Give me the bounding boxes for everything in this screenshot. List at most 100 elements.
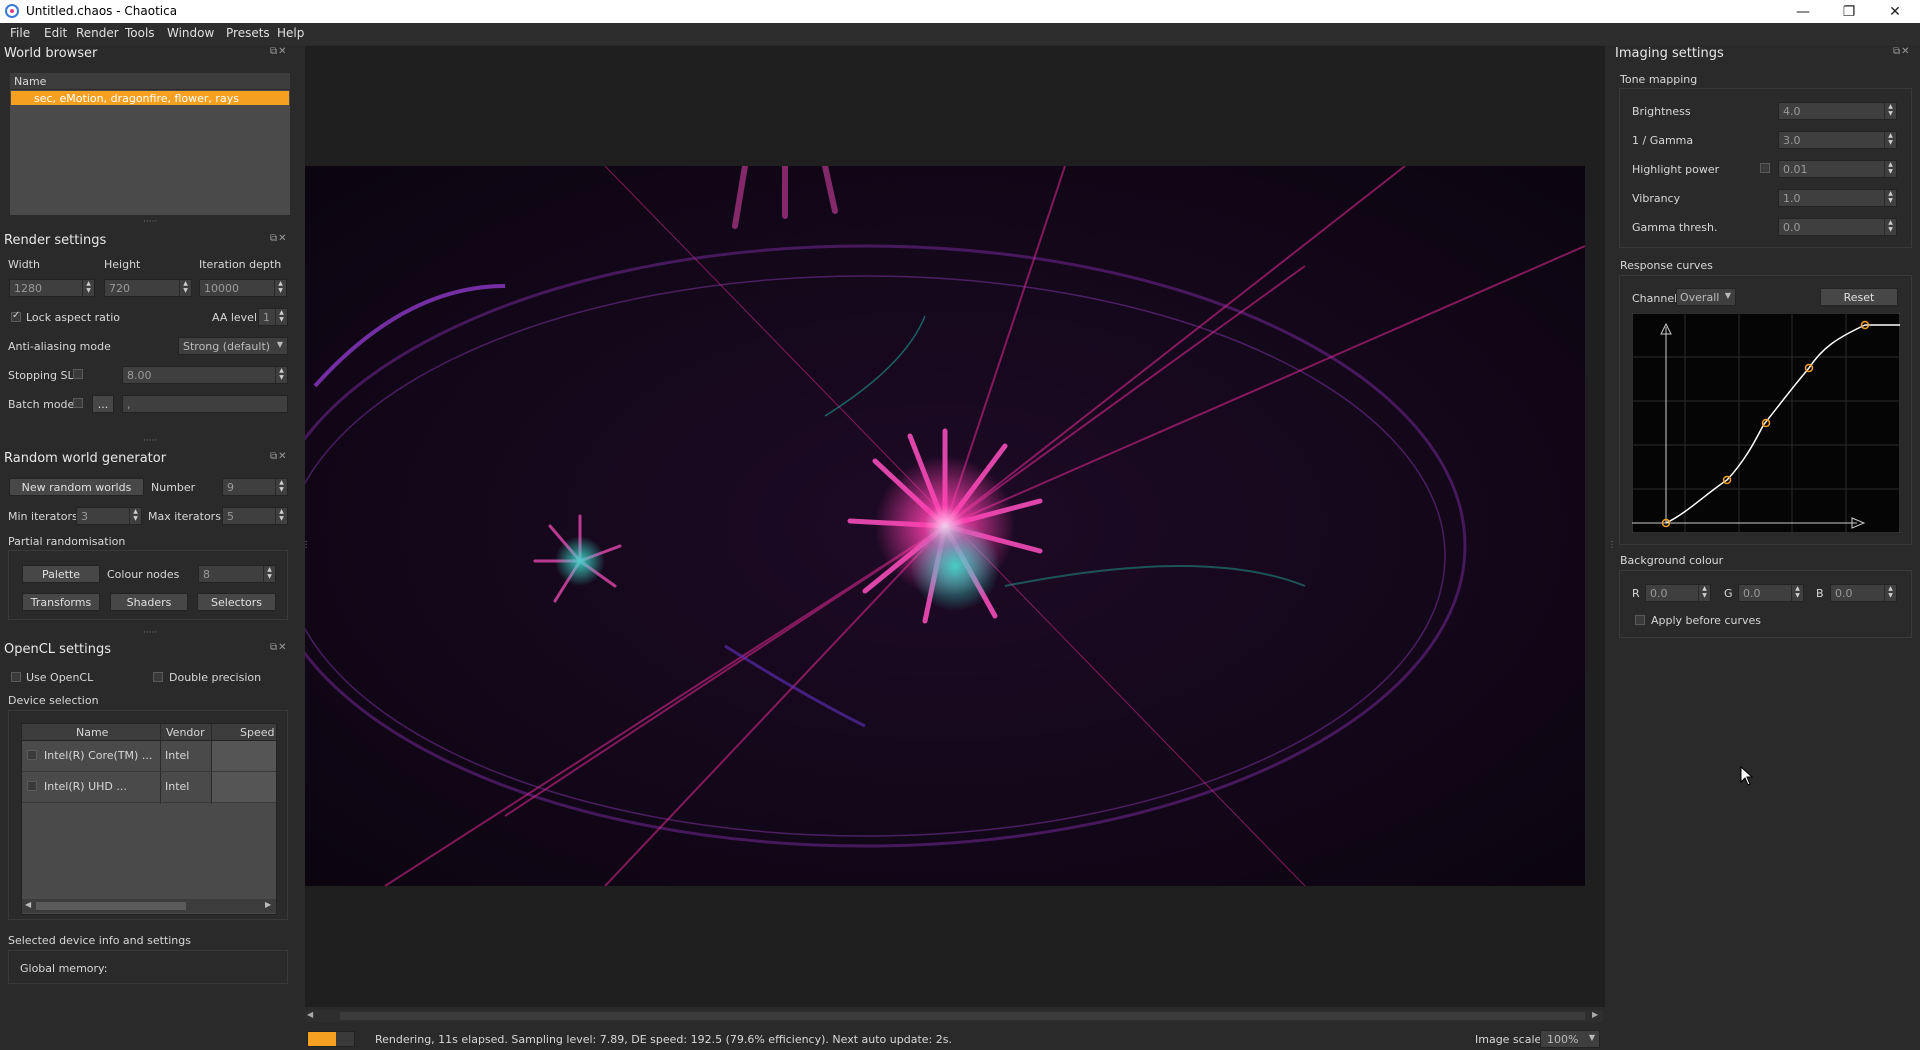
spin-arrows-icon[interactable]: ▲ ▼	[1884, 161, 1896, 177]
channel-select[interactable]: Overall ▼	[1676, 288, 1736, 306]
min-iterators-input[interactable]: 3 ▲ ▼	[76, 507, 142, 525]
spin-arrows-icon[interactable]: ▲ ▼	[1791, 585, 1803, 601]
reset-curves-button[interactable]: Reset	[1820, 288, 1898, 306]
menu-presets[interactable]: Presets	[226, 26, 270, 40]
max-iterators-input[interactable]: 5 ▲ ▼	[222, 507, 288, 525]
splitter-handle[interactable]: ·····	[143, 436, 157, 446]
aa-mode-select[interactable]: Strong (default) ▼	[178, 337, 288, 355]
device-checkbox[interactable]	[27, 781, 37, 791]
spin-arrows-icon[interactable]: ▲ ▼	[82, 280, 94, 296]
column-header-speed[interactable]: Speed	[240, 726, 274, 739]
device-checkbox[interactable]	[27, 750, 37, 760]
splitter-handle[interactable]: ···	[300, 540, 310, 549]
splitter-handle[interactable]: ·····	[143, 628, 157, 638]
spin-arrows-icon[interactable]: ▲ ▼	[275, 367, 287, 383]
vibrancy-input[interactable]: 1.0 ▲ ▼	[1778, 189, 1897, 207]
column-header-name[interactable]: Name	[14, 75, 46, 88]
number-label: Number	[151, 481, 196, 494]
chevron-down-icon: ▼	[1588, 1033, 1595, 1042]
scroll-right-icon[interactable]: ▶	[1592, 1010, 1598, 1019]
menu-render[interactable]: Render	[76, 26, 119, 40]
spin-arrows-icon[interactable]: ▲ ▼	[275, 508, 287, 524]
brightness-input[interactable]: 4.0 ▲ ▼	[1778, 102, 1897, 120]
colour-nodes-input[interactable]: 8 ▲ ▼	[198, 565, 276, 583]
selectors-button[interactable]: Selectors	[197, 593, 276, 611]
splitter-handle[interactable]: ·····	[143, 217, 157, 227]
spin-arrows-icon[interactable]: ▲ ▼	[1884, 219, 1896, 235]
maximize-button[interactable]: ❐	[1826, 0, 1872, 23]
aa-level-input[interactable]: 1 ▲ ▼	[258, 308, 288, 326]
scrollbar-thumb[interactable]	[36, 902, 186, 910]
new-random-worlds-button[interactable]: New random worlds	[9, 478, 144, 496]
minimize-button[interactable]: —	[1780, 0, 1826, 23]
spin-arrows-icon[interactable]: ▲ ▼	[1884, 132, 1896, 148]
spin-arrows-icon[interactable]: ▲ ▼	[1698, 585, 1710, 601]
menu-tools[interactable]: Tools	[125, 26, 155, 40]
device-name: Intel(R) UHD ...	[44, 780, 127, 793]
horizontal-scrollbar[interactable]: ◀ ▶	[22, 899, 276, 913]
height-input[interactable]: 720 ▲ ▼	[104, 279, 192, 297]
menu-edit[interactable]: Edit	[44, 26, 67, 40]
world-list[interactable]: Name sec, eMotion, dragonfire, flower, r…	[9, 72, 291, 216]
menu-window[interactable]: Window	[167, 26, 214, 40]
viewport-scrollbar[interactable]: ◀ ▶	[305, 1010, 1603, 1022]
spin-arrows-icon[interactable]: ▲ ▼	[1884, 585, 1896, 601]
gamma-threshold-input[interactable]: 0.0 ▲ ▼	[1778, 218, 1897, 236]
menu-help[interactable]: Help	[277, 26, 304, 40]
response-curves-label: Response curves	[1620, 259, 1713, 272]
device-table[interactable]: Name Vendor Speed Intel(R) Core(TM) ... …	[21, 723, 277, 915]
response-curve-editor[interactable]	[1632, 313, 1900, 533]
column-header-name[interactable]: Name	[76, 726, 108, 739]
r-input[interactable]: 0.0 ▲ ▼	[1645, 584, 1711, 602]
table-row[interactable]: Intel(R) Core(TM) ... Intel	[22, 741, 276, 772]
menu-file[interactable]: File	[10, 26, 30, 40]
scroll-left-icon[interactable]: ◀	[307, 1010, 313, 1019]
use-opencl-checkbox[interactable]	[11, 672, 21, 682]
batch-mode-checkbox[interactable]	[73, 398, 83, 408]
g-input[interactable]: 0.0 ▲ ▼	[1738, 584, 1804, 602]
stopping-sl-checkbox[interactable]	[73, 369, 83, 379]
dock-buttons[interactable]: ⧉✕	[270, 642, 288, 653]
dock-buttons[interactable]: ⧉✕	[1893, 46, 1911, 57]
column-header-vendor[interactable]: Vendor	[166, 726, 205, 739]
palette-button[interactable]: Palette	[22, 565, 100, 583]
random-generator-title: Random world generator	[4, 451, 167, 466]
shaders-button[interactable]: Shaders	[110, 593, 188, 611]
scrollbar-thumb[interactable]	[340, 1012, 1585, 1020]
spin-arrows-icon[interactable]: ▲ ▼	[263, 566, 275, 582]
stopping-sl-input[interactable]: 8.00 ▲ ▼	[122, 366, 288, 384]
b-input[interactable]: 0.0 ▲ ▼	[1830, 584, 1897, 602]
transforms-button[interactable]: Transforms	[22, 593, 100, 611]
render-viewport[interactable]	[305, 46, 1605, 1007]
highlight-power-checkbox[interactable]	[1760, 163, 1770, 173]
gamma-input[interactable]: 3.0 ▲ ▼	[1778, 131, 1897, 149]
double-precision-checkbox[interactable]	[153, 672, 163, 682]
image-scale-select[interactable]: 100% ▼	[1540, 1030, 1600, 1048]
spin-arrows-icon[interactable]: ▲ ▼	[129, 508, 141, 524]
scroll-left-icon[interactable]: ◀	[25, 900, 31, 909]
dock-buttons[interactable]: ⧉✕	[270, 451, 288, 462]
highlight-power-input[interactable]: 0.01 ▲ ▼	[1778, 160, 1897, 178]
depth-input[interactable]: 10000 ▲ ▼	[199, 279, 287, 297]
lock-aspect-checkbox[interactable]	[11, 310, 21, 322]
batch-path-input[interactable]: ,	[122, 395, 288, 413]
width-input[interactable]: 1280 ▲ ▼	[9, 279, 95, 297]
spin-arrows-icon[interactable]: ▲ ▼	[275, 479, 287, 495]
spin-arrows-icon[interactable]: ▲ ▼	[179, 280, 191, 296]
spin-arrows-icon[interactable]: ▲ ▼	[275, 309, 287, 325]
render-settings-title: Render settings	[4, 233, 107, 248]
number-input[interactable]: 9 ▲ ▼	[222, 478, 288, 496]
spin-arrows-icon[interactable]: ▲ ▼	[274, 280, 286, 296]
dock-buttons[interactable]: ⧉✕	[270, 233, 288, 244]
batch-browse-button[interactable]: ...	[92, 395, 114, 413]
spin-arrows-icon[interactable]: ▲ ▼	[1884, 190, 1896, 206]
device-info-label: Selected device info and settings	[8, 934, 191, 947]
splitter-handle[interactable]: ···	[1606, 540, 1616, 549]
batch-mode-label: Batch mode	[8, 398, 75, 411]
table-row[interactable]: Intel(R) UHD ... Intel	[22, 772, 276, 803]
close-button[interactable]: ✕	[1872, 0, 1918, 23]
scroll-right-icon[interactable]: ▶	[265, 900, 271, 909]
apply-before-curves-checkbox[interactable]	[1635, 615, 1645, 625]
spin-arrows-icon[interactable]: ▲ ▼	[1884, 103, 1896, 119]
dock-buttons[interactable]: ⧉✕	[270, 46, 288, 57]
